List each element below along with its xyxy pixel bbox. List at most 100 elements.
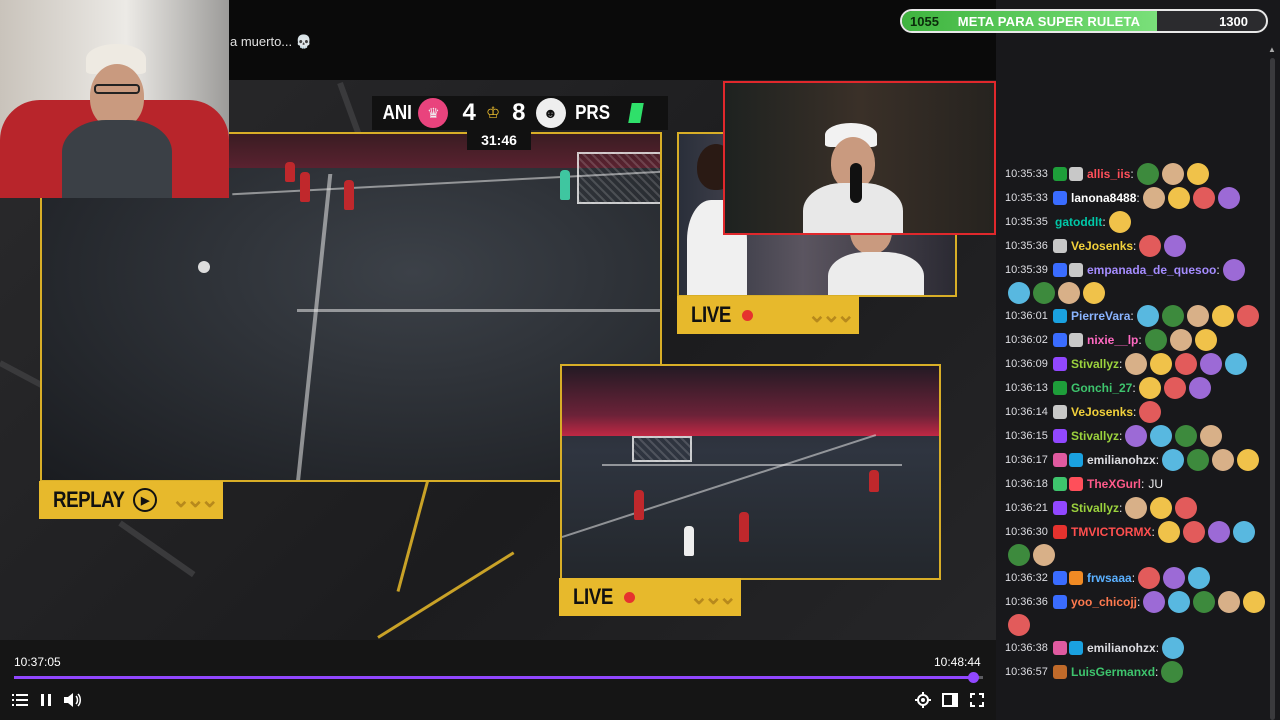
chat-username[interactable]: Stivallyz bbox=[1071, 496, 1119, 520]
pitch-line bbox=[297, 309, 660, 312]
match-clock: 31:46 bbox=[467, 130, 531, 150]
user-badge-icon bbox=[1053, 501, 1067, 515]
chat-emote-icon bbox=[1125, 497, 1148, 519]
chat-message: 10:35:39 empanada_de_quesoo: bbox=[1005, 258, 1267, 304]
chat-message: 10:36:38 emilianohzx: bbox=[1005, 636, 1267, 660]
host-cam-feed bbox=[723, 81, 996, 235]
chat-username[interactable]: Stivallyz bbox=[1071, 352, 1119, 376]
chat-username[interactable]: PierreVara bbox=[1071, 304, 1130, 328]
user-badge-icon bbox=[1053, 239, 1067, 253]
chat-emote-icon bbox=[1033, 544, 1055, 566]
message-timestamp: 10:35:33 bbox=[1005, 192, 1048, 204]
chat-username[interactable]: yoo_chicojj bbox=[1071, 590, 1137, 614]
chat-username[interactable]: emilianohzx bbox=[1087, 448, 1156, 472]
message-timestamp: 10:36:09 bbox=[1005, 358, 1048, 370]
message-timestamp: 10:35:39 bbox=[1005, 264, 1048, 276]
crown-icon: ♔ bbox=[485, 105, 501, 122]
colon: : bbox=[1216, 263, 1220, 277]
live-dot-icon bbox=[623, 591, 635, 603]
chat-emote-icon bbox=[1163, 377, 1186, 399]
chat-message: 10:36:32 frwsaaa: bbox=[1005, 566, 1267, 590]
possession-indicator bbox=[628, 103, 644, 123]
chat-emote-icon bbox=[1168, 591, 1191, 613]
chevron-decor-icon: ⌄⌄⌄ bbox=[807, 302, 855, 327]
chat-emote-icon bbox=[1136, 163, 1159, 185]
chevron-decor-icon: ⌄⌄⌄ bbox=[171, 487, 219, 512]
user-badge-icon bbox=[1053, 571, 1067, 585]
theater-mode-button[interactable] bbox=[940, 690, 960, 710]
chat-message: 10:36:01 PierreVara: bbox=[1005, 304, 1267, 328]
settings-button[interactable] bbox=[913, 690, 933, 710]
chat-emote-icon bbox=[1175, 353, 1198, 375]
chat-username[interactable]: VeJosenks bbox=[1071, 400, 1133, 424]
chat-emote-icon bbox=[1139, 235, 1162, 257]
user-badge-icon bbox=[1069, 333, 1083, 347]
user-badge-icon bbox=[1069, 571, 1083, 585]
volume-button[interactable] bbox=[63, 690, 83, 710]
user-badge-icon bbox=[1069, 453, 1083, 467]
colon: : bbox=[1119, 501, 1123, 515]
home-team: ANI bbox=[382, 101, 412, 124]
player bbox=[634, 490, 644, 520]
chat-username[interactable]: TMVICTORMX bbox=[1071, 520, 1151, 544]
chat-emote-icon bbox=[1138, 377, 1161, 399]
chat-message: 10:35:33 lanona8488: bbox=[1005, 186, 1267, 210]
chat-emote-icon bbox=[1175, 425, 1198, 447]
colon: : bbox=[1130, 167, 1134, 181]
player bbox=[869, 470, 879, 492]
chat-emote-icon bbox=[1212, 449, 1235, 471]
progress-bar[interactable] bbox=[14, 672, 983, 683]
chat-username[interactable]: allis_iis bbox=[1087, 162, 1130, 186]
user-badge-icon bbox=[1053, 453, 1067, 467]
replay-icon: ▶ bbox=[133, 488, 158, 512]
chat-message: 10:36:21 Stivallyz: bbox=[1005, 496, 1267, 520]
chat-username[interactable]: nixie__lp bbox=[1087, 328, 1138, 352]
chat-username[interactable]: frwsaaa bbox=[1087, 566, 1132, 590]
chat-emote-icon bbox=[1161, 163, 1184, 185]
colon: : bbox=[1133, 239, 1137, 253]
user-badge-icon bbox=[1069, 641, 1083, 655]
chat-emote-icon bbox=[1157, 521, 1180, 543]
chat-username[interactable]: gatoddlt bbox=[1055, 210, 1102, 234]
chat-scrollbar[interactable] bbox=[1270, 58, 1275, 720]
replay-label: REPLAY bbox=[53, 487, 125, 512]
current-time: 10:37:05 bbox=[14, 655, 61, 669]
chat-emote-icon bbox=[1187, 449, 1210, 471]
scroll-up-icon[interactable]: ▲ bbox=[1268, 45, 1276, 54]
playlist-icon[interactable] bbox=[10, 690, 30, 710]
chat-emote-icon bbox=[1125, 353, 1148, 375]
player bbox=[560, 170, 570, 200]
chat-text: JU bbox=[1148, 477, 1164, 491]
chat-username[interactable]: Gonchi_27 bbox=[1071, 376, 1132, 400]
colon: : bbox=[1133, 405, 1137, 419]
chat-username[interactable]: empanada_de_quesoo bbox=[1087, 258, 1216, 282]
chat-emote-icon bbox=[1207, 521, 1230, 543]
progress-knob[interactable] bbox=[968, 672, 980, 683]
chat-username[interactable]: Stivallyz bbox=[1071, 424, 1119, 448]
pause-button[interactable] bbox=[36, 690, 56, 710]
away-team-logo-icon: ☻ bbox=[535, 98, 566, 128]
message-timestamp: 10:35:33 bbox=[1005, 168, 1048, 180]
message-timestamp: 10:35:35 bbox=[1005, 216, 1048, 228]
chat-emote-icon bbox=[1162, 449, 1185, 471]
chat-username[interactable]: emilianohzx bbox=[1087, 636, 1156, 660]
chat-emote-icon bbox=[1008, 614, 1030, 636]
chevron-decor-icon: ⌄⌄⌄ bbox=[689, 584, 737, 609]
chat-emote-icon bbox=[1142, 187, 1165, 209]
message-timestamp: 10:36:18 bbox=[1005, 478, 1048, 490]
colon: : bbox=[1155, 453, 1160, 467]
video-player[interactable]: a muerto... 💀 ANI ♛ 4 ♔ 8 ☻ PRS 31:46 RE… bbox=[0, 0, 996, 720]
chat-emote-icon bbox=[1186, 163, 1209, 185]
ball bbox=[198, 261, 210, 273]
chat-emote-icon bbox=[1194, 329, 1217, 351]
chat-message: 10:36:36 yoo_chicojj: bbox=[1005, 590, 1267, 636]
chat-emote-icon bbox=[1200, 425, 1223, 447]
fullscreen-button[interactable] bbox=[967, 690, 987, 710]
chat-emote-icon bbox=[1232, 521, 1255, 543]
chat-username[interactable]: lanona8488 bbox=[1071, 186, 1136, 210]
chat-username[interactable]: LuisGermanxd bbox=[1071, 660, 1155, 684]
goal-bar: 1055 META PARA SUPER RULETA 1300 bbox=[900, 9, 1268, 33]
chat-username[interactable]: TheXGurl bbox=[1087, 472, 1141, 496]
colon: : bbox=[1151, 525, 1155, 539]
chat-username[interactable]: VeJosenks bbox=[1071, 234, 1133, 258]
